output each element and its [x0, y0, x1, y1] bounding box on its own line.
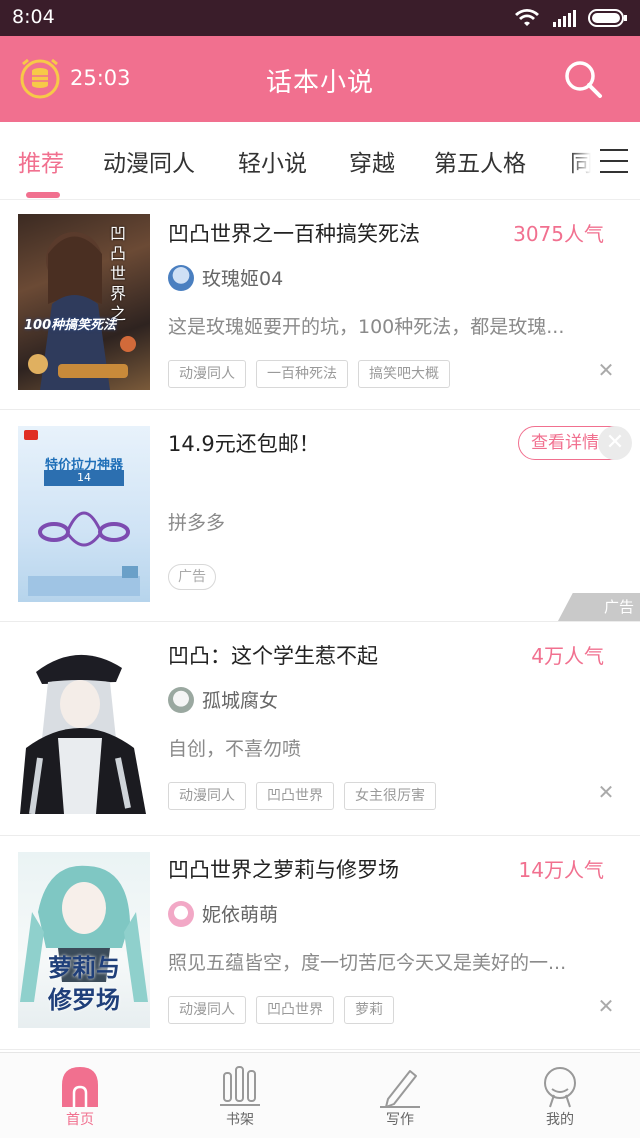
book-title[interactable]: 凹凸：这个学生惹不起	[168, 640, 378, 670]
avatar	[168, 686, 194, 713]
search-icon[interactable]	[562, 58, 604, 100]
tag[interactable]: 萝莉	[344, 996, 394, 1024]
nav-write[interactable]: 写作	[320, 1053, 480, 1139]
home-icon	[62, 1067, 98, 1107]
ad-label: 广告	[168, 564, 216, 590]
bookshelf-icon	[220, 1066, 260, 1106]
tag[interactable]: 一百种死法	[256, 360, 348, 388]
cover-illustration	[20, 654, 146, 814]
tag-list: 动漫同人 凹凸世界 萝莉	[168, 996, 394, 1024]
ad-title[interactable]: 14.9元还包邮！	[168, 428, 320, 458]
app-title: 话本小说	[265, 68, 374, 98]
status-time: 8:04	[12, 6, 55, 28]
cover-subtitle: 100种搞笑死法	[24, 318, 117, 333]
author-row[interactable]: 妮依萌萌	[168, 900, 278, 927]
tab-recommend[interactable]: 推荐	[18, 144, 64, 178]
tag-list: 动漫同人 凹凸世界 女主很厉害	[168, 782, 436, 810]
ad-mark-label: 广告	[603, 598, 634, 616]
nav-label: 我的	[546, 1112, 574, 1128]
popularity: 4万人气	[531, 644, 604, 668]
book-card[interactable]: 萝莉与 修罗场 凹凸世界之萝莉与修罗场 14万人气 妮依萌萌 照见五蕴皆空，度一…	[0, 836, 640, 1050]
tag-list: 动漫同人 一百种死法 搞笑吧大概	[168, 360, 450, 388]
tab-anime-fanfic[interactable]: 动漫同人	[103, 144, 195, 178]
author-name: 玫瑰姬04	[202, 268, 284, 290]
author-row[interactable]: 玫瑰姬04	[168, 264, 283, 291]
popularity: 14万人气	[518, 858, 604, 882]
dismiss-icon[interactable]: ✕	[596, 782, 616, 802]
avatar	[168, 264, 194, 291]
dismiss-icon[interactable]: ✕	[596, 996, 616, 1016]
tag[interactable]: 动漫同人	[168, 996, 246, 1024]
tag[interactable]: 动漫同人	[168, 782, 246, 810]
book-description: 照见五蕴皆空，度一切苦厄今天又是美好的一...	[168, 952, 567, 974]
avatar	[168, 900, 194, 927]
tab-menu-icon[interactable]	[570, 122, 640, 199]
profile-icon	[544, 1067, 576, 1108]
book-cover[interactable]: 萝莉与 修罗场	[18, 852, 150, 1028]
status-bar: 8:04	[0, 0, 640, 36]
nav-bookshelf[interactable]: 书架	[160, 1053, 320, 1139]
pencil-icon	[380, 1070, 420, 1108]
author-name: 孤城腐女	[202, 690, 279, 712]
ad-source: 拼多多	[168, 512, 226, 534]
author-name: 妮依萌萌	[202, 904, 279, 926]
author-row[interactable]: 孤城腐女	[168, 686, 278, 713]
status-icons	[514, 8, 628, 28]
book-cover[interactable]: 凹凸世界之 100种搞笑死法	[18, 214, 150, 390]
nav-profile[interactable]: 我的	[480, 1053, 640, 1139]
ad-mark: 广告	[558, 593, 640, 621]
cover-text: 凹凸世界之	[110, 224, 127, 323]
wifi-icon	[515, 9, 539, 26]
nav-label: 首页	[66, 1112, 94, 1128]
tag[interactable]: 动漫同人	[168, 360, 246, 388]
nav-label: 书架	[226, 1112, 254, 1128]
battery-icon	[588, 9, 627, 27]
tab-indicator	[26, 192, 60, 198]
book-cover[interactable]	[18, 638, 150, 814]
nav-home[interactable]: 首页	[0, 1053, 160, 1139]
bottom-nav: 首页 书架 写作 我的	[0, 1052, 640, 1138]
resistance-band-illustration	[28, 511, 140, 596]
book-description: 自创，不喜勿喷	[168, 738, 302, 760]
book-card[interactable]: 凹凸世界之 100种搞笑死法 凹凸世界之一百种搞笑死法 3075人气 玫瑰姬04…	[0, 200, 640, 410]
nav-label: 写作	[386, 1112, 414, 1128]
tab-time-travel[interactable]: 穿越	[349, 144, 395, 178]
ad-card[interactable]: 特价拉力神器 14 14.9元还包邮！ 查看详情 ✕ 拼多多 广告 广告	[0, 410, 640, 622]
dismiss-icon[interactable]: ✕	[596, 360, 616, 380]
tag[interactable]: 搞笑吧大概	[358, 360, 450, 388]
close-ad-icon[interactable]: ✕	[598, 426, 632, 460]
category-tabs: 推荐 动漫同人 轻小说 穿越 第五人格 同	[0, 122, 640, 200]
book-title[interactable]: 凹凸世界之萝莉与修罗场	[168, 854, 399, 884]
tag[interactable]: 女主很厉害	[344, 782, 436, 810]
book-card[interactable]: 凹凸：这个学生惹不起 4万人气 孤城腐女 自创，不喜勿喷 动漫同人 凹凸世界 女…	[0, 622, 640, 836]
tag[interactable]: 凹凸世界	[256, 996, 334, 1024]
cover-text: 萝莉与	[48, 954, 120, 982]
popularity: 3075人气	[513, 222, 604, 246]
tab-identity-v[interactable]: 第五人格	[434, 144, 526, 178]
signal-icon	[553, 10, 576, 27]
tag[interactable]: 凹凸世界	[256, 782, 334, 810]
book-description: 这是玫瑰姬要开的坑，100种死法，都是玫瑰...	[168, 316, 565, 338]
app-bar: 25:03 话本小说	[0, 36, 640, 122]
cover-subtitle: 修罗场	[48, 986, 120, 1014]
ad-image[interactable]: 特价拉力神器 14	[18, 426, 150, 602]
book-title[interactable]: 凹凸世界之一百种搞笑死法	[168, 218, 420, 248]
tab-light-novel[interactable]: 轻小说	[238, 144, 307, 178]
